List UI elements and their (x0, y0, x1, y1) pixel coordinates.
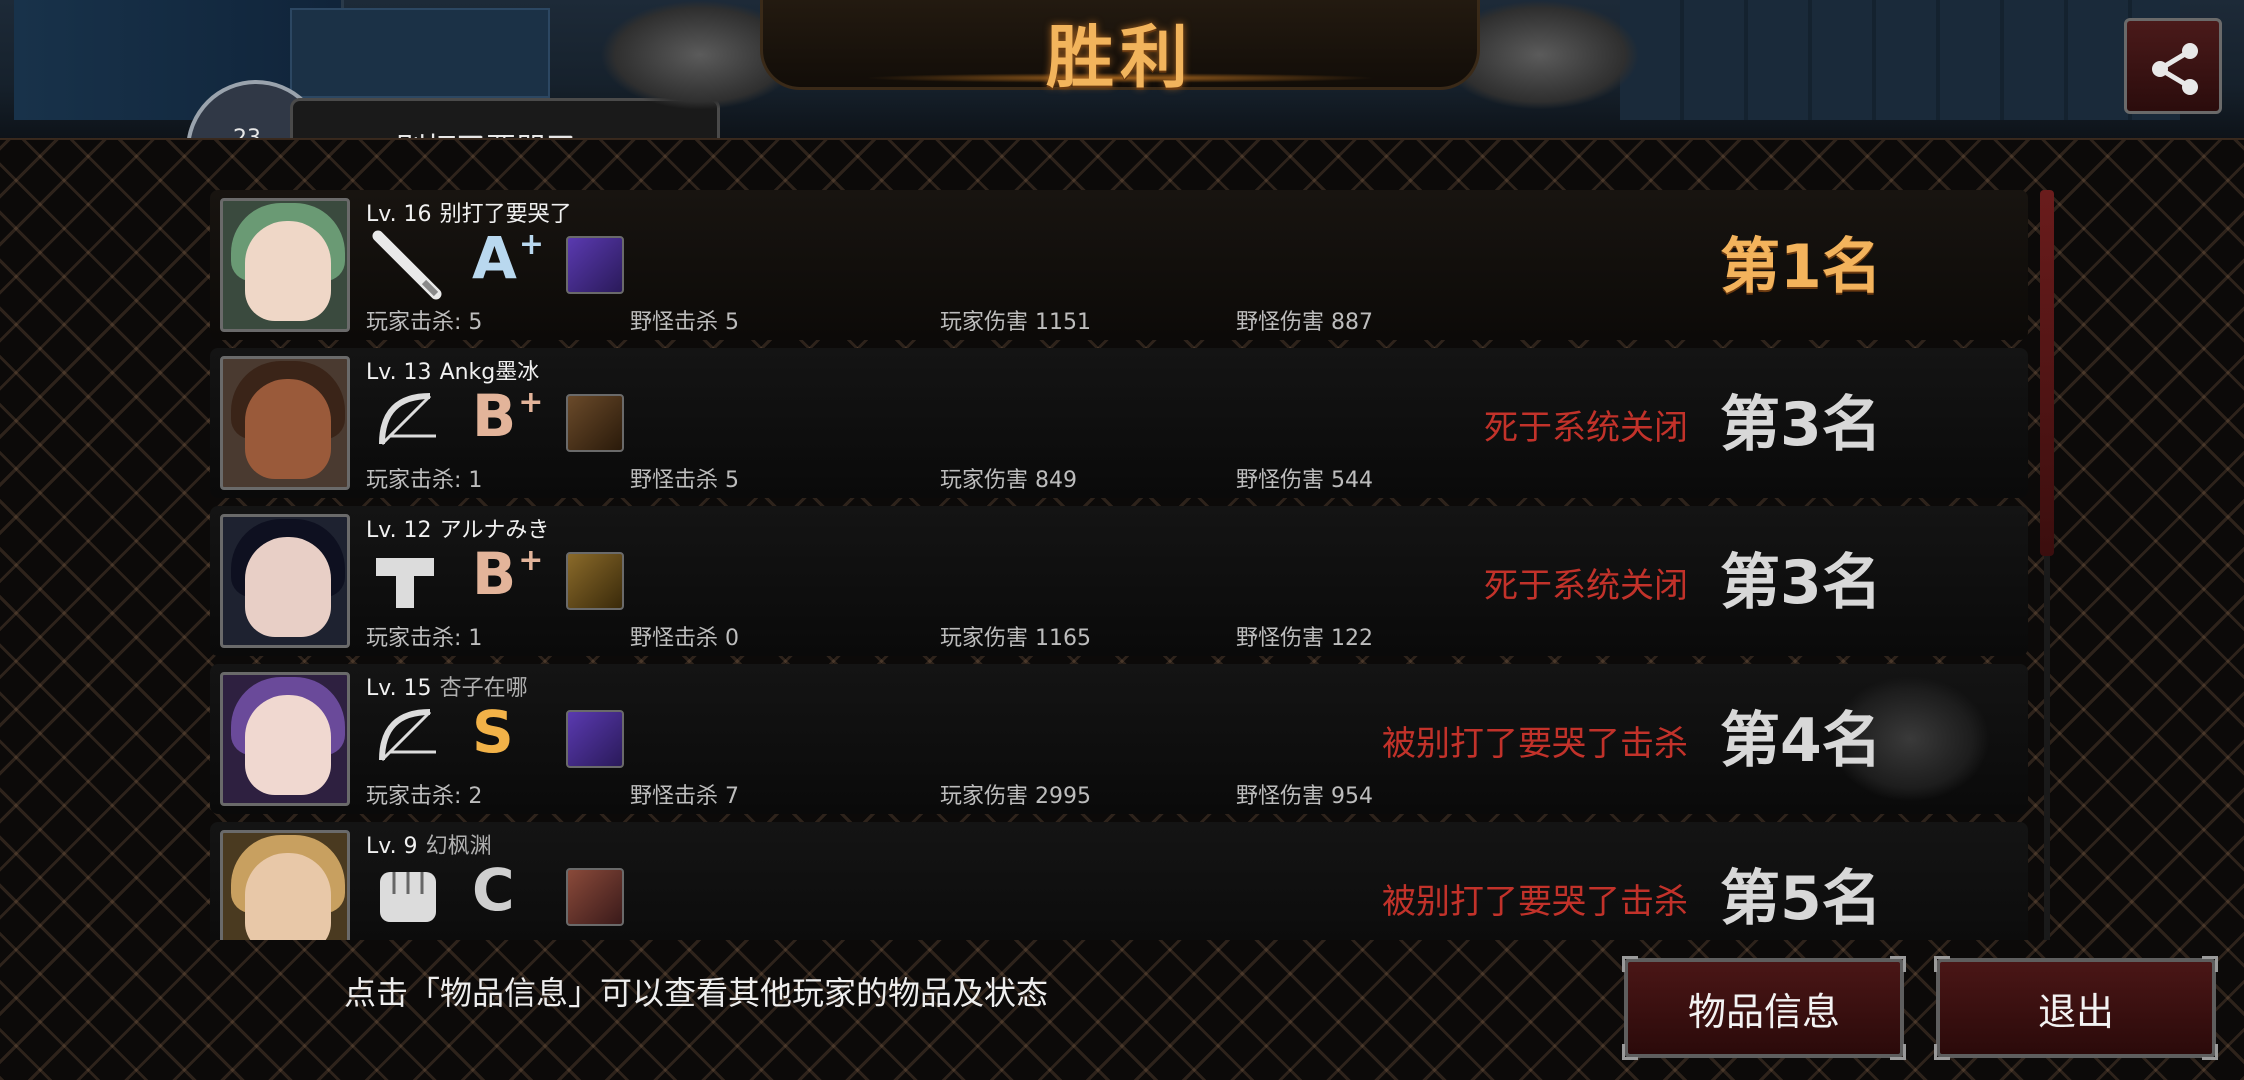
item-info-label: 物品信息 (1687, 989, 1840, 1034)
rank-label: 第3名 (1720, 390, 1882, 460)
avatar (220, 356, 350, 490)
monster-damage: 野怪伤害 544 (1236, 468, 1374, 493)
bow-icon (370, 384, 446, 460)
monster-kills: 野怪击杀 0 (630, 626, 740, 651)
death-status: 死于系统关闭 (1484, 566, 1688, 606)
monster-kills: 野怪击杀 7 (630, 784, 740, 809)
avatar (220, 830, 350, 940)
player-level: Lv. 12 (366, 518, 432, 543)
scrollbar-thumb[interactable] (2040, 190, 2054, 556)
page-title: 胜利 (1045, 19, 1194, 98)
background-panel (290, 8, 550, 98)
results-list[interactable]: Lv. 16 别打了要哭了 A+ 玩家击杀: 5 野怪击杀 5 玩家伤害 1151… (210, 190, 2028, 940)
monster-damage: 野怪伤害 122 (1236, 626, 1374, 651)
equipped-item-icon[interactable] (566, 868, 624, 926)
player-damage: 玩家伤害 1165 (940, 626, 1092, 651)
player-kills: 玩家击杀: 5 (366, 310, 483, 335)
grade-badge: C (472, 856, 517, 924)
player-damage: 玩家伤害 1151 (940, 310, 1092, 335)
bow-icon (370, 700, 446, 776)
player-kills: 玩家击杀: 2 (366, 784, 483, 809)
death-status: 被别打了要哭了击杀 (1382, 882, 1688, 922)
monster-kills: 野怪击杀 5 (630, 468, 740, 493)
grade-badge: B+ (472, 382, 543, 450)
title-banner: 胜利 (600, 0, 1640, 110)
rank-label: 第4名 (1720, 706, 1882, 776)
grade-letter: C (472, 856, 515, 924)
share-button[interactable] (2124, 18, 2222, 114)
monster-kills: 野怪击杀 5 (630, 310, 740, 335)
player-level: Lv. 13 (366, 360, 432, 385)
player-level: Lv. 15 (366, 676, 432, 701)
grade-plus: + (518, 385, 544, 420)
share-icon (2152, 43, 2198, 95)
list-item[interactable]: Lv. 16 别打了要哭了 A+ 玩家击杀: 5 野怪击杀 5 玩家伤害 1151… (210, 190, 2028, 340)
player-level: Lv. 16 (366, 202, 432, 227)
grade-badge: B+ (472, 540, 543, 608)
pistol-icon (370, 542, 446, 618)
equipped-item-icon[interactable] (566, 394, 624, 452)
grade-letter: B (472, 540, 517, 608)
equipped-item-icon[interactable] (566, 710, 624, 768)
avatar (220, 198, 350, 332)
item-info-button[interactable]: 物品信息 (1622, 956, 1906, 1060)
rank-label: 第1名 (1720, 232, 1882, 302)
grade-badge: A+ (472, 224, 544, 292)
grade-letter: S (472, 698, 514, 766)
hint-text: 点击「物品信息」可以查看其他玩家的物品及状态 (344, 974, 1049, 1012)
player-kills: 玩家击杀: 1 (366, 626, 483, 651)
rank-label: 第3名 (1720, 548, 1882, 618)
grade-letter: B (472, 382, 517, 450)
results-screen: 23 别打了要哭了 胜利 Lv. 16别打了要哭了 (0, 0, 2244, 1080)
monster-damage: 野怪伤害 887 (1236, 310, 1374, 335)
background-window (1620, 0, 2180, 120)
death-status: 死于系统关闭 (1484, 408, 1688, 448)
player-damage: 玩家伤害 2995 (940, 784, 1092, 809)
grade-plus: + (518, 227, 545, 262)
equipped-item-icon[interactable] (566, 552, 624, 610)
fist-icon (370, 858, 446, 934)
grade-badge: S (472, 698, 516, 766)
baseball-bat-icon (370, 226, 446, 302)
player-kills: 玩家击杀: 1 (366, 468, 483, 493)
player-level: Lv. 9 (366, 834, 418, 859)
avatar (220, 672, 350, 806)
title-plate: 胜利 (760, 0, 1480, 98)
grade-plus: + (518, 543, 544, 578)
avatar (220, 514, 350, 648)
exit-label: 退出 (2037, 989, 2114, 1034)
monster-damage: 野怪伤害 954 (1236, 784, 1374, 809)
list-item[interactable]: Lv. 13 Ankg墨冰 B+ 玩家击杀: 1 野怪击杀 5 玩家伤害 849 … (210, 348, 2028, 498)
list-item[interactable]: Lv. 9 幻枫渊 C 被别打了要哭了击杀 第5名 (210, 822, 2028, 940)
list-item[interactable]: Lv. 15 杏子在哪 S 玩家击杀: 2 野怪击杀 7 玩家伤害 2995 野怪… (210, 664, 2028, 814)
death-status: 被别打了要哭了击杀 (1382, 724, 1688, 764)
grade-letter: A (472, 224, 517, 292)
equipped-item-icon[interactable] (566, 236, 624, 294)
exit-button[interactable]: 退出 (1934, 956, 2218, 1060)
rank-label: 第5名 (1720, 864, 1882, 934)
list-item[interactable]: Lv. 12 アルナみき B+ 玩家击杀: 1 野怪击杀 0 玩家伤害 1165 … (210, 506, 2028, 656)
player-damage: 玩家伤害 849 (940, 468, 1078, 493)
